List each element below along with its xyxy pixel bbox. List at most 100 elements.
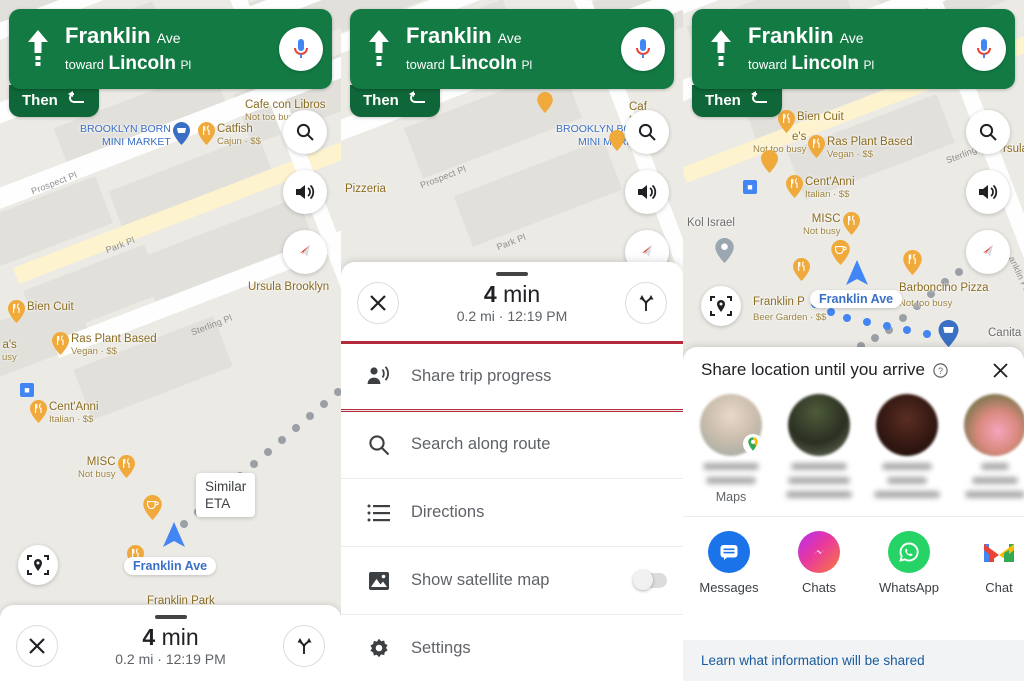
shop-pin-icon[interactable] (938, 320, 959, 347)
poi-ras-plant-based[interactable]: Ras Plant Based Vegan · $$ (808, 135, 913, 160)
svg-text:?: ? (938, 366, 943, 376)
share-app-chat[interactable]: Chat (961, 531, 1024, 595)
poi-name: Ras Plant Based (71, 333, 157, 345)
trip-eta-value: 4 (142, 624, 156, 650)
poi-bien-cuit[interactable]: Bien Cuit (8, 300, 74, 323)
search-fab[interactable] (966, 110, 1010, 154)
poi-name: Pizzeria (345, 183, 386, 195)
compass-fab[interactable] (966, 230, 1010, 274)
cafe-pin-icon[interactable] (143, 495, 162, 520)
sheet-grabber[interactable] (496, 272, 528, 276)
user-position-chevron (160, 520, 188, 555)
route-options-icon (297, 637, 312, 654)
nav-street-name: Franklin (65, 22, 151, 48)
poi-cent-anni[interactable]: Cent'Anni Italian · $$ (30, 400, 99, 425)
nav-toward-prefix: toward (65, 56, 105, 72)
sound-fab[interactable] (966, 170, 1010, 214)
poi-sub: Vegan · $$ (71, 346, 117, 357)
user-position-chevron (843, 258, 871, 293)
poi-name: Catfish (217, 123, 253, 135)
image-icon (357, 569, 401, 593)
menu-item-directions[interactable]: Directions (341, 478, 683, 546)
poi-name: rsula (1003, 143, 1024, 155)
compass-fab[interactable] (283, 230, 327, 274)
menu-item-settings[interactable]: Settings (341, 614, 683, 681)
contact-name-blurred (972, 477, 1018, 484)
share-sheet-title: Share location until you arrive (701, 360, 925, 379)
sound-fab[interactable] (625, 170, 669, 214)
route-options-icon (639, 294, 654, 311)
route-options-button[interactable] (625, 281, 667, 324)
microphone-icon[interactable] (621, 27, 665, 71)
restaurant-pin-icon[interactable] (537, 92, 554, 115)
synagogue-pin-icon[interactable] (715, 238, 734, 263)
poi-ursula-brooklyn[interactable]: Ursula Brooklyn (246, 280, 329, 294)
then-badge: Then (350, 85, 440, 117)
contact-name-blurred (874, 491, 940, 498)
contact-name-blurred (791, 463, 847, 470)
poi-canita[interactable]: Canita (986, 326, 1021, 340)
recenter-button[interactable] (701, 286, 741, 326)
sheet-grabber[interactable] (154, 615, 187, 619)
poi-misc[interactable]: MISC Not busy (78, 455, 135, 480)
search-icon (979, 123, 997, 141)
help-circle-icon[interactable]: ? (933, 362, 948, 378)
navigation-banner: Franklin Ave toward Lincoln Pl (692, 9, 1015, 89)
route-options-button[interactable] (283, 624, 325, 667)
sound-fab[interactable] (283, 170, 327, 214)
menu-item-show-satellite-map[interactable]: Show satellite map (341, 546, 683, 614)
recenter-button[interactable] (18, 545, 58, 585)
close-share-sheet-button[interactable] (991, 361, 1010, 380)
search-fab[interactable] (625, 110, 669, 154)
poi-name: Cent'Anni (805, 176, 855, 188)
restaurant-pin-icon (793, 258, 810, 281)
restaurant-pin-icon (842, 212, 860, 235)
poi-brooklyn-born-mini-market[interactable]: BROOKLYN BORN MINI MARKET (80, 122, 190, 149)
poi-a-s[interactable]: a's usy (2, 338, 19, 363)
current-street-chip: Franklin Ave (810, 290, 903, 308)
contact-name-blurred (965, 491, 1024, 498)
nav-toward-prefix: toward (748, 56, 788, 72)
contact-item[interactable]: Maps (695, 394, 767, 504)
menu-item-label: Share trip progress (411, 366, 552, 385)
search-icon (638, 123, 656, 141)
poi-catfish[interactable]: Catfish Cajun · $$ (198, 122, 261, 147)
search-icon (357, 433, 401, 457)
microphone-icon[interactable] (279, 27, 323, 71)
menu-item-share-trip-progress[interactable]: Share trip progress (341, 341, 683, 412)
poi-misc[interactable]: MISC Not busy (803, 212, 860, 237)
menu-item-search-along-route[interactable]: Search along route (341, 410, 683, 478)
menu-item-label: Directions (411, 503, 485, 521)
poi-cent-anni[interactable]: Cent'Anni Italian · $$ (786, 175, 855, 200)
contact-name-blurred (981, 463, 1009, 470)
navigation-banner: Franklin Ave toward Lincoln Pl (350, 9, 674, 89)
satellite-map-toggle[interactable] (633, 570, 667, 590)
search-icon (296, 123, 314, 141)
restaurant-pin-icon[interactable] (761, 150, 778, 173)
contact-item[interactable] (783, 394, 855, 504)
share-app-whatsapp[interactable]: WhatsApp (871, 531, 947, 595)
contact-item[interactable] (871, 394, 943, 504)
transit-station-icon[interactable]: ■ (20, 383, 34, 397)
poi-name: e's (792, 131, 807, 143)
end-navigation-button[interactable] (357, 281, 399, 324)
poi-ras-plant-based[interactable]: Ras Plant Based Vegan · $$ (52, 332, 157, 357)
poi-pizzeria[interactable]: Pizzeria (343, 182, 386, 196)
microphone-icon[interactable] (962, 27, 1006, 71)
trip-bar: 4 min 0.2 mi · 12:19 PM (0, 605, 341, 681)
share-app-messages[interactable]: Messages (691, 531, 767, 595)
share-app-chats[interactable]: Chats (781, 531, 857, 595)
contact-item[interactable] (959, 394, 1024, 504)
restaurant-pin-icon[interactable] (609, 130, 626, 153)
poi-name: Bien Cuit (27, 301, 74, 313)
nav-toward-prefix: toward (406, 56, 446, 72)
share-sheet-header: Share location until you arrive ? (683, 347, 1024, 386)
poi-franklin-park[interactable]: Franklin P Beer Garden · $$ (753, 258, 826, 323)
learn-more-link[interactable]: Learn what information will be shared (683, 640, 1024, 681)
nav-toward-street: Lincoln (108, 52, 177, 74)
end-navigation-button[interactable] (16, 624, 58, 667)
poi-kol-israel[interactable]: Kol Israel (685, 216, 735, 230)
trip-eta-value: 4 (483, 281, 497, 307)
search-fab[interactable] (283, 110, 327, 154)
transit-station-icon[interactable]: ■ (743, 180, 757, 194)
